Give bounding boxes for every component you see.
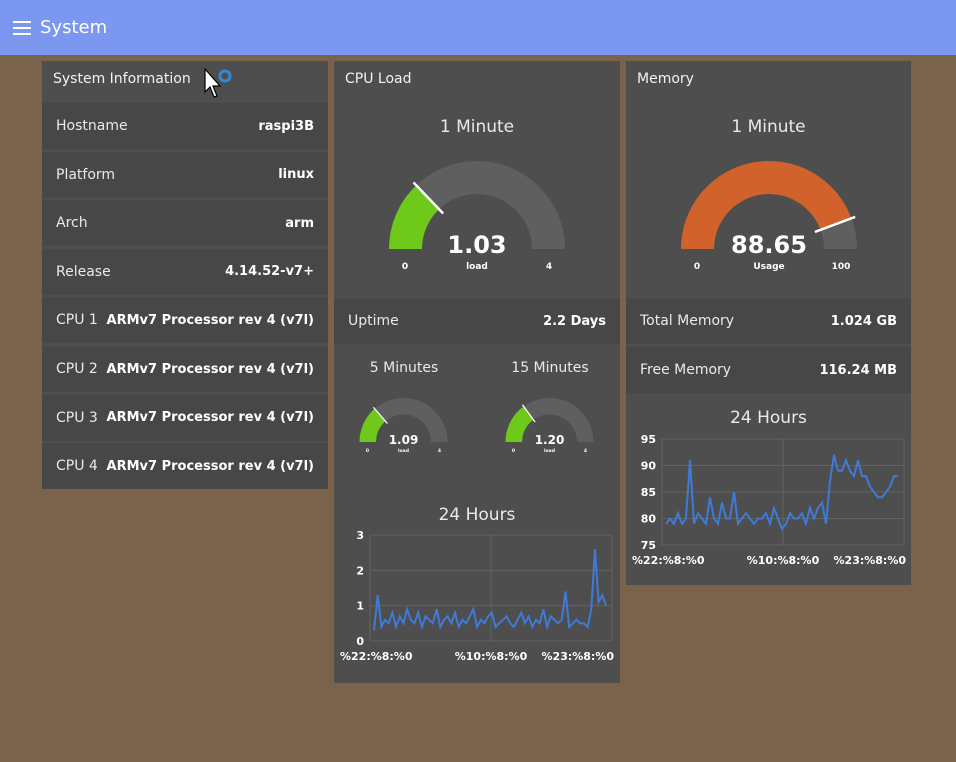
info-label: Release: [56, 263, 111, 280]
gauge-heading: 1 Minute: [439, 117, 515, 137]
info-row: CPU 4 ARMv7 Processor rev 4 (v7l): [42, 443, 328, 490]
gauge-min-label: 0: [512, 448, 515, 454]
y-tick-label: 75: [641, 539, 656, 552]
mouse-pointer-icon: [204, 68, 232, 98]
gauge-value: 1.03: [447, 231, 506, 259]
x-tick-label: %10:%8:%0: [455, 650, 528, 663]
x-tick-label: %10:%8:%0: [747, 554, 820, 567]
cpu-load-card: CPU Load 1 Minute 1.03 load 0 4 Uptime 2.2 …: [334, 61, 620, 683]
info-value: ARMv7 Processor rev 4 (v7l): [106, 361, 314, 377]
info-label: CPU 3: [56, 409, 98, 426]
x-tick-label: %22:%8:%0: [340, 650, 413, 663]
gauge-max-label: 4: [584, 448, 587, 454]
info-label: Platform: [56, 166, 116, 183]
total-memory-value: 1.024 GB: [830, 313, 897, 329]
info-value: ARMv7 Processor rev 4 (v7l): [106, 312, 314, 328]
info-value: arm: [285, 215, 314, 231]
info-row: CPU 3 ARMv7 Processor rev 4 (v7l): [42, 394, 328, 441]
y-tick-label: 90: [641, 460, 657, 473]
info-label: Arch: [56, 215, 88, 232]
system-information-card: System Information Hostname raspi3B Platfo…: [42, 61, 328, 490]
y-tick-label: 85: [641, 486, 656, 499]
cpu-5-minutes-gauge: 1.09load 0 4: [359, 398, 448, 454]
info-label: CPU 2: [56, 361, 98, 377]
gauge-heading: 5 Minutes: [369, 360, 439, 376]
uptime-value: 2.2 Days: [543, 313, 606, 329]
chart-title: 24 Hours: [730, 408, 807, 428]
free-memory-label: Free Memory: [640, 362, 732, 378]
info-value: ARMv7 Processor rev 4 (v7l): [106, 410, 314, 426]
total-memory-label: Total Memory: [640, 313, 735, 329]
info-row: Hostname raspi3B: [42, 103, 328, 149]
info-value: ARMv7 Processor rev 4 (v7l): [106, 458, 314, 474]
info-row: Arch arm: [42, 200, 328, 247]
card-title: CPU Load: [345, 71, 412, 87]
gauge-max-label: 4: [438, 448, 441, 454]
uptime-label: Uptime: [348, 313, 399, 329]
info-row: CPU 2 ARMv7 Processor rev 4 (v7l): [42, 346, 328, 392]
gauge-unit: load: [544, 448, 555, 454]
gauge-max-label: 4: [546, 262, 552, 272]
cpu-15-minutes-gauge: 1.20load 0 4: [505, 398, 594, 454]
cpu-1-minute-gauge: 1.03 load 0 4: [389, 161, 565, 272]
page-title: System: [40, 17, 108, 38]
gauge-min-label: 0: [366, 448, 369, 454]
gauge-min-label: 0: [694, 262, 700, 272]
memory-24-hours-chart: 75 80 85 90 95 %22:%8:%0 %10:%8:%0 %23:%8:%0: [632, 433, 907, 567]
chart-title: 24 Hours: [438, 505, 516, 525]
y-tick-label: 80: [641, 513, 657, 526]
info-value: 4.14.52-v7+: [225, 264, 314, 280]
top-bar: System: [0, 0, 956, 55]
hamburger-icon[interactable]: [13, 20, 31, 35]
info-value: raspi3B: [258, 118, 314, 134]
memory-usage-gauge: 88.65 Usage 0 100: [681, 160, 857, 272]
series-line: [373, 549, 607, 631]
card-title: System Information: [53, 71, 191, 87]
memory-card: Memory 1 Minute 88.65 Usage 0 100 Total Mem…: [626, 61, 911, 585]
info-label: CPU 1: [56, 312, 98, 329]
free-memory-value: 116.24 MB: [819, 362, 897, 378]
y-tick-label: 0: [356, 635, 364, 648]
info-label: Hostname: [56, 118, 128, 134]
uptime-row: Uptime 2.2 Days: [334, 298, 620, 344]
info-row: CPU 1 ARMv7 Processor rev 4 (v7l): [42, 297, 328, 344]
free-memory-row: Free Memory 116.24 MB: [626, 347, 911, 393]
gauge-value: 88.65: [731, 231, 807, 259]
info-row: Release 4.14.52-v7+: [42, 248, 328, 295]
info-value: linux: [278, 167, 314, 183]
x-tick-label: %23:%8:%0: [834, 554, 907, 567]
gauge-unit: load: [466, 262, 488, 272]
gauge-unit: Usage: [753, 262, 784, 272]
x-tick-label: %23:%8:%0: [542, 650, 615, 663]
gauge-heading: 1 Minute: [731, 117, 806, 137]
card-title: Memory: [637, 71, 694, 87]
gauge-unit: load: [398, 448, 409, 454]
x-tick-label: %22:%8:%0: [632, 554, 705, 567]
y-tick-label: 95: [641, 433, 656, 446]
cpu-24-hours-chart: 0 1 2 3 %22:%8:%0 %10:%8:%0 %23:%8:%0: [340, 529, 615, 663]
gauge-value: 1.20: [535, 433, 565, 447]
y-tick-label: 2: [356, 564, 364, 577]
gauge-value: 1.09: [389, 433, 419, 447]
y-tick-label: 3: [356, 529, 364, 542]
gauge-max-label: 100: [832, 262, 851, 272]
info-label: CPU 4: [56, 458, 98, 475]
gauge-min-label: 0: [402, 262, 408, 272]
gauge-heading: 15 Minutes: [511, 360, 589, 376]
info-row: Platform linux: [42, 151, 328, 198]
y-tick-label: 1: [356, 600, 364, 613]
total-memory-row: Total Memory 1.024 GB: [626, 298, 911, 344]
